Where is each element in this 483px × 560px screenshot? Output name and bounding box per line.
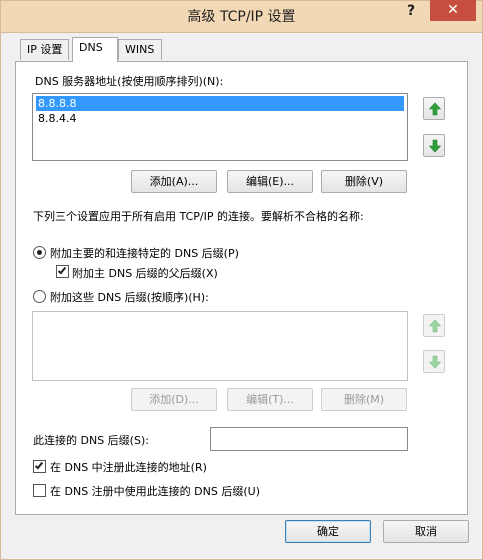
suffix-list[interactable] bbox=[32, 311, 408, 381]
ok-button[interactable]: 确定 bbox=[285, 520, 371, 543]
add-server-button[interactable]: 添加(A)... bbox=[131, 170, 217, 193]
move-up-button[interactable] bbox=[423, 97, 445, 120]
register-checkbox[interactable] bbox=[33, 460, 46, 473]
tab-ip-settings[interactable]: IP 设置 bbox=[20, 39, 70, 60]
connection-suffix-label: 此连接的 DNS 后缀(S): bbox=[33, 434, 149, 447]
suffix-move-up-button[interactable] bbox=[423, 314, 445, 337]
append-parent-label[interactable]: 附加主 DNS 后缀的父后缀(X) bbox=[72, 265, 218, 281]
append-parent-checkbox[interactable] bbox=[56, 265, 69, 278]
arrow-down-icon bbox=[428, 355, 442, 369]
move-down-button[interactable] bbox=[423, 134, 445, 157]
add-suffix-button[interactable]: 添加(D)... bbox=[131, 388, 217, 411]
suffix-move-down-button[interactable] bbox=[423, 350, 445, 373]
remove-suffix-button[interactable]: 删除(M) bbox=[321, 388, 407, 411]
remove-server-button[interactable]: 删除(V) bbox=[321, 170, 407, 193]
use-suffix-label[interactable]: 在 DNS 注册中使用此连接的 DNS 后缀(U) bbox=[50, 483, 260, 499]
append-primary-label[interactable]: 附加主要的和连接特定的 DNS 后缀(P) bbox=[50, 245, 239, 261]
dns-servers-label: DNS 服务器地址(按使用顺序排列)(N): bbox=[35, 75, 224, 88]
register-label[interactable]: 在 DNS 中注册此连接的地址(R) bbox=[50, 459, 207, 475]
tab-dns[interactable]: DNS bbox=[72, 37, 118, 62]
resolution-description: 下列三个设置应用于所有启用 TCP/IP 的连接。要解析不合格的名称: bbox=[33, 210, 364, 223]
use-suffix-checkbox[interactable] bbox=[33, 484, 46, 497]
list-item[interactable]: 8.8.8.8 bbox=[36, 96, 404, 111]
cancel-button[interactable]: 取消 bbox=[383, 520, 469, 543]
close-button[interactable]: ✕ bbox=[430, 0, 476, 21]
arrow-up-icon bbox=[428, 319, 442, 333]
arrow-up-icon bbox=[428, 102, 442, 116]
append-these-radio[interactable] bbox=[33, 290, 46, 303]
edit-suffix-button[interactable]: 编辑(T)... bbox=[227, 388, 313, 411]
help-button[interactable]: ? bbox=[400, 0, 422, 22]
dns-server-list[interactable]: 8.8.8.8 8.8.4.4 bbox=[32, 93, 408, 161]
append-these-label[interactable]: 附加这些 DNS 后缀(按顺序)(H): bbox=[50, 289, 209, 305]
tab-wins[interactable]: WINS bbox=[118, 39, 162, 60]
arrow-down-icon bbox=[428, 139, 442, 153]
edit-server-button[interactable]: 编辑(E)... bbox=[227, 170, 313, 193]
connection-suffix-input[interactable] bbox=[210, 427, 408, 451]
list-item[interactable]: 8.8.4.4 bbox=[36, 111, 404, 126]
append-primary-radio[interactable] bbox=[33, 246, 46, 259]
